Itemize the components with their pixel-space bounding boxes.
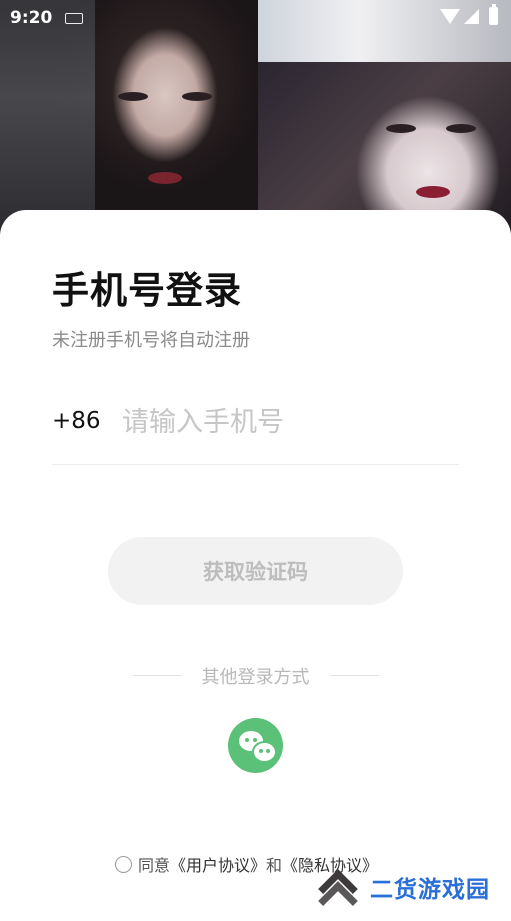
- signal-icon: [464, 9, 479, 24]
- watermark-text: 二货游戏园: [370, 877, 490, 903]
- wifi-icon: [440, 9, 460, 24]
- header-photo-collage: [0, 0, 511, 245]
- keyboard-icon: [65, 13, 83, 24]
- wechat-login-button[interactable]: [228, 718, 283, 773]
- portrait-photo-left: [0, 0, 258, 245]
- agree-checkbox[interactable]: [115, 855, 132, 873]
- get-code-button[interactable]: 获取验证码: [108, 537, 403, 605]
- watermark-logo-icon: [318, 867, 362, 921]
- site-watermark: 二货游戏园: [318, 864, 511, 921]
- battery-icon: [489, 4, 498, 25]
- country-code-selector[interactable]: +86: [52, 408, 101, 434]
- divider-line-right: [331, 675, 379, 676]
- lips-shape: [148, 172, 182, 184]
- page-title: 手机号登录: [52, 269, 242, 312]
- eye-shape: [182, 92, 212, 101]
- user-agreement-link[interactable]: 《用户协议》: [170, 852, 266, 876]
- wechat-icon-bubble: [252, 741, 277, 763]
- input-divider: [52, 464, 459, 465]
- status-time: 9:20: [10, 8, 53, 28]
- lips-shape: [416, 186, 450, 198]
- agreement-prefix: 同意: [138, 856, 171, 875]
- eye-shape: [446, 124, 476, 133]
- other-login-methods-label: 其他登录方式: [201, 667, 310, 688]
- page-subtitle: 未注册手机号将自动注册: [52, 330, 250, 351]
- background-shelf: [0, 0, 95, 245]
- status-bar: 9:20: [0, 0, 511, 36]
- phone-number-input[interactable]: [122, 400, 452, 444]
- eye-shape: [386, 124, 416, 133]
- eye-shape: [118, 92, 148, 101]
- agreement-conjunction: 和: [266, 856, 283, 875]
